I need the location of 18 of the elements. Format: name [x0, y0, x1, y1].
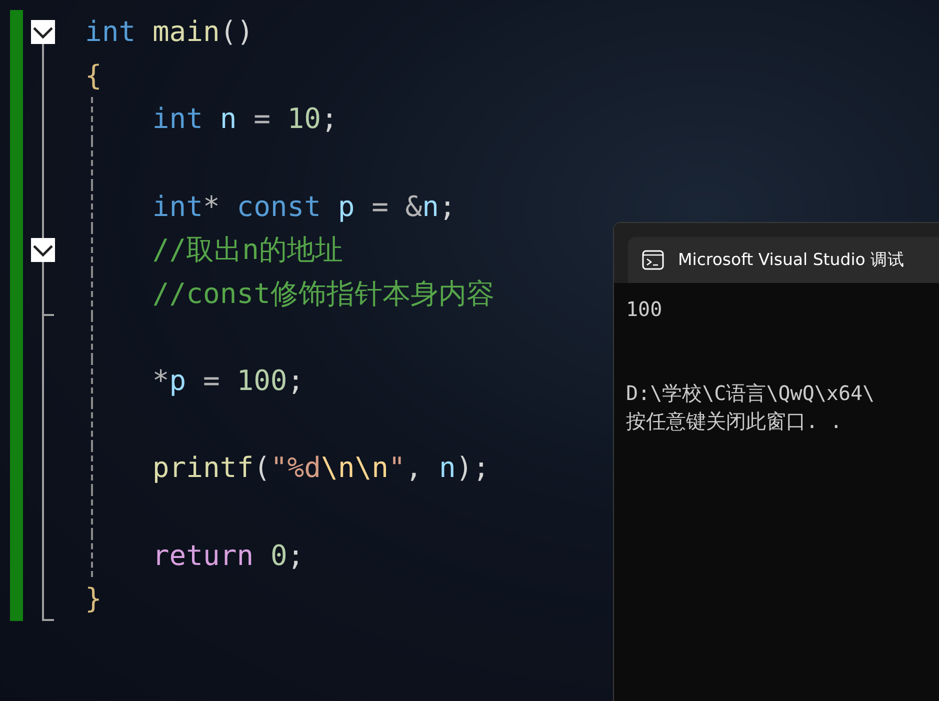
- console-icon: [642, 250, 664, 270]
- code-line: return 0;: [152, 538, 304, 574]
- code-line: }: [85, 581, 102, 618]
- console-output-line: 按任意键关闭此窗口. .: [626, 408, 844, 435]
- code-line: int* const p = &n;: [152, 188, 456, 225]
- code-line: *p = 100;: [152, 363, 304, 400]
- code-line: //const修饰指针本身内容: [152, 276, 494, 312]
- console-output-line: D:\学校\C语言\QwQ\x64\: [626, 380, 876, 407]
- code-line: printf("%d\n\n", n);: [152, 450, 490, 486]
- fold-toggle[interactable]: [31, 238, 55, 262]
- code-line: int main(): [85, 14, 254, 50]
- code-line: //取出n的地址: [152, 232, 343, 268]
- console-tab[interactable]: Microsoft Visual Studio 调试: [628, 237, 939, 283]
- code-line: {: [85, 58, 102, 94]
- code-line: int n = 10;: [152, 101, 338, 138]
- fold-toggle[interactable]: [31, 20, 55, 44]
- console-title: Microsoft Visual Studio 调试: [678, 249, 905, 271]
- console-output-line: 100: [626, 296, 664, 323]
